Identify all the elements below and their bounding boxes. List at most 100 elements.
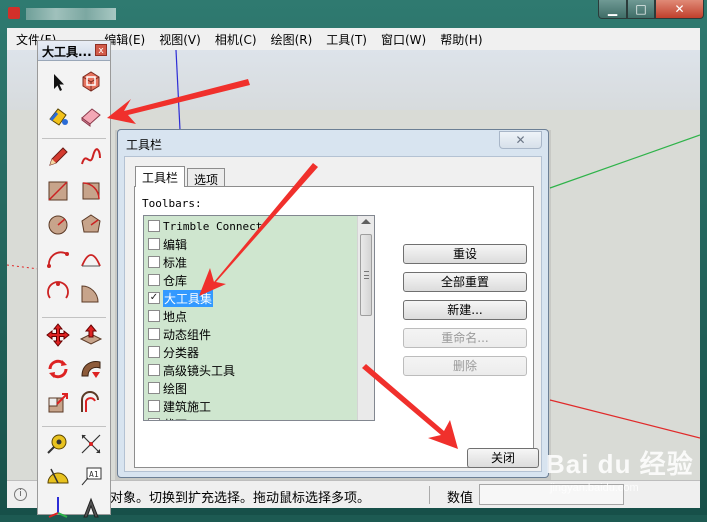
list-item[interactable]: 编辑 [144,235,358,253]
scale-icon[interactable] [45,390,71,416]
list-item-label: Trimble Connect [163,219,263,233]
list-item-label: 高级镜头工具 [163,363,236,378]
paint-bucket-icon[interactable] [45,103,71,129]
freehand-icon[interactable] [78,144,104,170]
close-button[interactable]: 关闭 [467,448,539,468]
list-item-checkbox-checked[interactable]: ✓ [148,292,160,304]
watermark-url: jingyan.baidu.com [550,482,639,494]
list-item-label: 地点 [163,309,188,324]
push-pull-icon[interactable] [78,322,104,348]
scroll-thumb[interactable] [360,234,372,316]
list-item-checkbox[interactable] [148,382,160,394]
list-item[interactable]: 建筑施工 [144,397,358,415]
list-item[interactable]: 地点 [144,307,358,325]
offset-icon[interactable] [78,390,104,416]
palette-title: 大工具... [42,45,92,59]
list-item-label: 绘图 [163,381,188,396]
menu-camera[interactable]: 相机(C) [208,31,264,48]
axes-icon[interactable] [45,493,71,519]
menu-draw[interactable]: 绘图(R) [264,31,320,48]
list-item-selected[interactable]: ✓ 大工具集 [144,289,358,307]
make-component-icon[interactable] [78,68,104,94]
tab-toolbars[interactable]: 工具栏 [135,166,186,187]
list-item-label: 截面 [163,416,187,421]
polygon-icon[interactable] [78,212,104,238]
dimension-icon[interactable] [78,431,104,457]
list-item-checkbox[interactable] [148,364,160,376]
status-divider [429,486,430,504]
delete-button[interactable]: 删除 [403,356,527,376]
list-item-checkbox[interactable] [148,328,160,340]
two-point-arc-icon[interactable] [78,246,104,272]
list-item-label: 仓库 [163,273,188,288]
list-item-checkbox[interactable] [148,238,160,250]
menu-help[interactable]: 帮助(H) [433,31,489,48]
list-item-checkbox[interactable] [148,418,160,420]
list-item-checkbox[interactable] [148,220,160,232]
list-item-label: 动态组件 [163,327,212,342]
palette-close-button[interactable]: x [95,44,107,56]
list-item-checkbox[interactable] [148,274,160,286]
rename-button[interactable]: 重命名... [403,328,527,348]
rectangle-icon[interactable] [45,178,71,204]
title-bar: ▁ □ ✕ [0,0,707,28]
menu-window[interactable]: 窗口(W) [374,31,433,48]
info-icon[interactable]: i [14,488,27,501]
tab-options[interactable]: 选项 [187,168,226,187]
list-item[interactable]: 分类器 [144,343,358,361]
list-item[interactable]: 标准 [144,253,358,271]
list-item[interactable]: 仓库 [144,271,358,289]
list-item-checkbox[interactable] [148,346,160,358]
follow-me-icon[interactable] [78,356,104,382]
list-item[interactable]: 截面 [144,415,358,421]
app-icon [8,7,20,19]
text-icon[interactable]: A1 [78,463,104,489]
pie-icon[interactable] [78,280,104,306]
list-item[interactable]: 绘图 [144,379,358,397]
menu-view[interactable]: 视图(V) [152,31,208,48]
tape-measure-icon[interactable] [45,431,71,457]
list-item-checkbox[interactable] [148,310,160,322]
list-scrollbar[interactable] [357,216,374,420]
scroll-up-icon[interactable] [361,219,371,224]
3d-text-icon[interactable] [78,493,104,519]
reset-all-button[interactable]: 全部重置 [403,272,527,292]
menu-tools[interactable]: 工具(T) [319,31,374,48]
dialog-title: 工具栏 [126,138,163,152]
dialog-body: 工具栏 选项 Toolbars: Trimble Connect 编辑 标准 仓… [124,156,542,472]
scroll-grip-icon [364,271,369,279]
rotate-icon[interactable] [45,356,71,382]
select-arrow-icon[interactable] [45,69,71,95]
reset-button[interactable]: 重设 [403,244,527,264]
toolbars-dialog: 工具栏 ✕ 工具栏 选项 Toolbars: Trimble Connect 编… [117,129,549,478]
circle-icon[interactable] [45,212,71,238]
list-item[interactable]: 高级镜头工具 [144,361,358,379]
status-text: 对象。切换到扩充选择。拖动鼠标选择多项。 [110,491,371,506]
baidu-jingyan-watermark: Bai du 经验 jingyan.baidu.com [546,436,706,506]
list-item-checkbox[interactable] [148,256,160,268]
maximize-button[interactable]: □ [627,0,655,19]
close-window-button[interactable]: ✕ [655,0,704,19]
toolbars-list[interactable]: Trimble Connect 编辑 标准 仓库 ✓ 大工具集 地点 动态组件 … [143,215,375,421]
pencil-icon[interactable] [45,144,71,170]
rotated-rectangle-icon[interactable] [78,178,104,204]
palette-titlebar[interactable]: 大工具... x [38,41,110,61]
palette-divider [42,138,106,139]
palette-divider [42,426,106,427]
svg-text:A1: A1 [89,470,99,479]
arc-icon[interactable] [45,246,71,272]
list-item-checkbox[interactable] [148,400,160,412]
three-point-arc-icon[interactable] [45,280,71,306]
list-item[interactable]: Trimble Connect [144,217,358,235]
toolbars-list-label: Toolbars: [142,197,202,210]
list-item[interactable]: 动态组件 [144,325,358,343]
dialog-close-button[interactable]: ✕ [499,131,542,149]
window-title-blurred [26,8,116,20]
eraser-icon[interactable] [78,103,104,129]
new-button[interactable]: 新建... [403,300,527,320]
protractor-icon[interactable] [45,463,71,489]
move-icon[interactable] [45,322,71,348]
measurements-label: 数值 [447,491,474,506]
minimize-button[interactable]: ▁ [598,0,627,19]
watermark-brand: Bai du 经验 [546,449,694,479]
